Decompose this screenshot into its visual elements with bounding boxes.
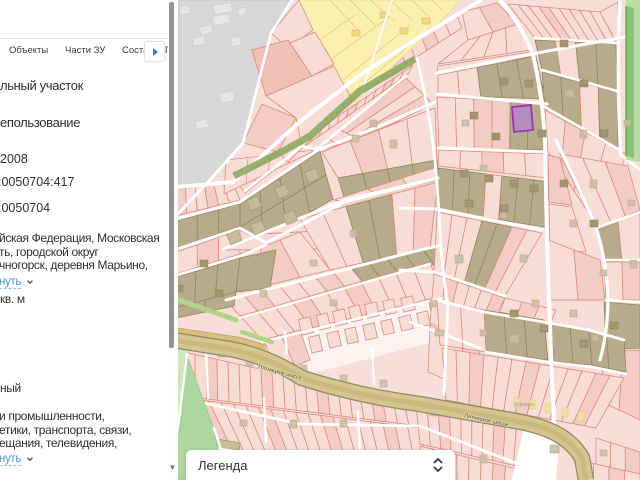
svg-text:Марьино: Марьино [514, 402, 535, 408]
